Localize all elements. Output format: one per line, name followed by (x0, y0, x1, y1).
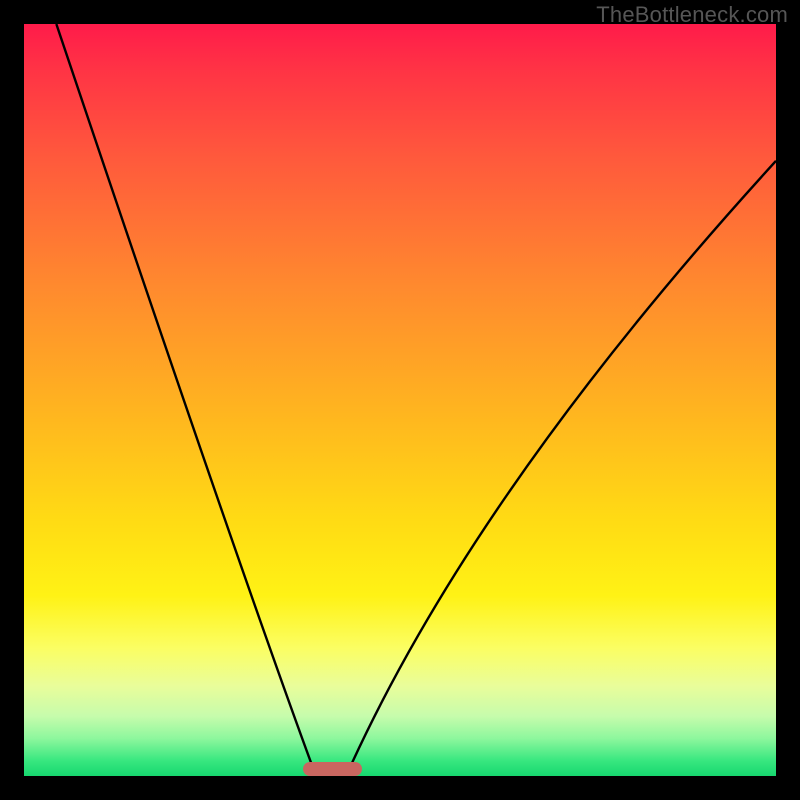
gradient-plot-area (24, 24, 776, 776)
curve-right-branch (348, 161, 776, 772)
curve-left-branch (56, 24, 314, 771)
optimal-range-marker (303, 762, 362, 776)
bottleneck-curve (24, 24, 776, 776)
